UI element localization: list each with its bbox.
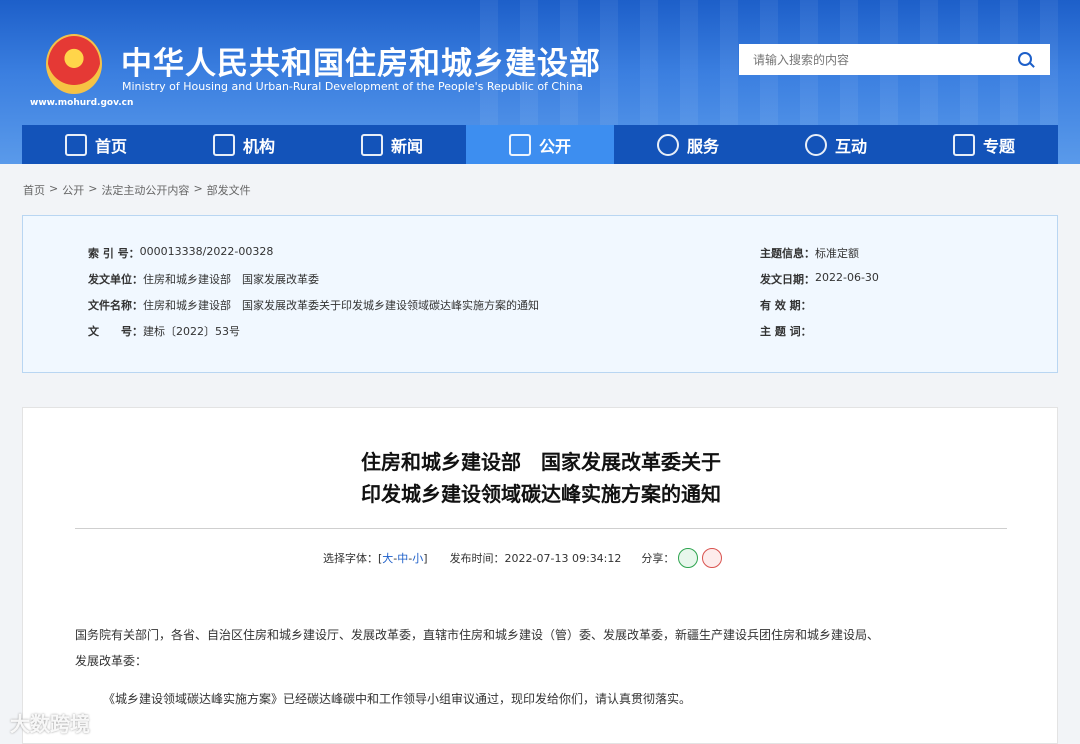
meta-topic-row: 主题信息： 标准定额 [760,245,859,261]
article-title-line2: 印发城乡建设领域碳达峰实施方案的通知 [361,482,721,506]
article-panel: 住房和城乡建设部 国家发展改革委关于 印发城乡建设领域碳达峰实施方案的通知 选择… [22,407,1058,744]
meta-issuer-value: 住房和城乡建设部 国家发展改革委 [143,273,319,286]
meta-date-value: 2022-06-30 [815,271,879,284]
building-icon [212,133,235,156]
nav-label: 新闻 [390,136,423,156]
breadcrumb-separator: > [193,182,203,195]
meta-keyword-row: 主 题 词： [760,323,812,339]
font-size-bracket-end: ] [423,551,428,565]
font-size-small[interactable]: 小 [412,550,423,566]
user-service-icon [656,133,679,156]
national-emblem-icon[interactable] [46,34,102,94]
main-nav: 首页 机构 新闻 公开 服务 互动 专题 [22,125,1058,164]
site-subtitle: Ministry of Housing and Urban-Rural Deve… [122,80,583,93]
meta-valid-row: 有 效 期： [760,297,812,313]
breadcrumb: 首页 > 公开 > 法定主动公开内容 > 部发文件 [23,182,251,198]
breadcrumb-legal-content[interactable]: 法定主动公开内容 [101,182,189,198]
title-divider [75,528,1007,529]
breadcrumb-separator: > [88,182,98,195]
weibo-share-icon[interactable] [702,548,723,568]
meta-file-row: 文件名称： 住房和城乡建设部 国家发展改革委关于印发城乡建设领域碳达峰实施方案的… [88,297,539,313]
search-icon[interactable] [1018,52,1032,66]
meta-number-row: 文 号： 建标〔2022〕53号 [88,323,240,339]
body-paragraph-1: 国务院有关部门，各省、自治区住房和城乡建设厅、发展改革委，直辖市住房和城乡建设（… [75,622,1015,674]
meta-file-label: 文件名称： [88,299,143,312]
meta-index-label: 索 引 号： [88,247,140,260]
people-icon [804,133,827,156]
nav-item-home[interactable]: 首页 [22,125,170,164]
watermark: 大数跨境 [10,712,90,736]
breadcrumb-public[interactable]: 公开 [62,182,84,198]
meta-topic-value: 标准定额 [815,247,859,260]
meta-index-row: 索 引 号： 000013338/2022-00328 [88,245,273,261]
meta-index-value: 000013338/2022-00328 [139,245,274,258]
nav-label: 首页 [94,136,127,156]
meta-date-label: 发文日期： [760,273,815,286]
nav-label: 机构 [242,136,275,156]
nav-item-news[interactable]: 新闻 [318,125,466,164]
nav-label: 专题 [982,136,1015,156]
meta-keyword-label: 主 题 词： [760,325,812,338]
article-tools: 选择字体：[ 大 - 中 - 小 ] 发布时间：2022-07-13 09:34… [323,548,723,568]
nav-item-interaction[interactable]: 互动 [762,125,910,164]
breadcrumb-home[interactable]: 首页 [23,182,45,198]
nav-item-topics[interactable]: 专题 [910,125,1058,164]
font-size-label: 选择字体：[ [323,552,383,565]
nav-item-organization[interactable]: 机构 [170,125,318,164]
body-paragraph-1-line-1: 国务院有关部门，各省、自治区住房和城乡建设厅、发展改革委，直辖市住房和城乡建设（… [75,628,880,642]
site-url: www.mohurd.gov.cn [30,98,134,108]
search-box [739,44,1050,75]
font-size-medium[interactable]: 中 [397,550,408,566]
nav-label: 公开 [538,136,571,156]
site-title[interactable]: 中华人民共和国住房和城乡建设部 [121,38,601,83]
publish-time: 发布时间：2022-07-13 09:34:12 [449,552,622,565]
breadcrumb-separator: > [49,182,59,195]
nav-label: 服务 [686,136,719,156]
newspaper-icon [360,133,383,156]
meta-issuer-row: 发文单位： 住房和城乡建设部 国家发展改革委 [88,271,319,287]
article-title-line1: 住房和城乡建设部 国家发展改革委关于 [361,450,721,474]
meta-date-row: 发文日期： 2022-06-30 [760,271,879,287]
breadcrumb-ministry-docs[interactable]: 部发文件 [207,182,251,198]
body-paragraph-2: 《城乡建设领域碳达峰实施方案》已经碳达峰碳中和工作领导小组审议通过，现印发给你们… [103,692,692,706]
nav-label: 互动 [834,136,867,156]
meta-number-label: 文 号： [88,325,143,338]
meta-file-value: 住房和城乡建设部 国家发展改革委关于印发城乡建设领域碳达峰实施方案的通知 [143,299,539,312]
meta-issuer-label: 发文单位： [88,273,143,286]
nav-item-public[interactable]: 公开 [466,125,614,164]
nav-item-service[interactable]: 服务 [614,125,762,164]
share-label: 分享： [641,552,675,565]
home-icon [64,133,87,156]
font-size-large[interactable]: 大 [382,550,393,566]
document-icon [508,133,531,156]
meta-valid-label: 有 效 期： [760,299,812,312]
body-paragraph-1-line-2: 发展改革委： [75,654,148,668]
document-meta-panel: 索 引 号： 000013338/2022-00328 发文单位： 住房和城乡建… [22,215,1058,373]
meta-topic-label: 主题信息： [760,247,815,260]
wechat-share-icon[interactable] [678,548,699,568]
search-input[interactable] [739,44,999,75]
star-icon [952,133,975,156]
meta-number-value: 建标〔2022〕53号 [143,325,240,338]
